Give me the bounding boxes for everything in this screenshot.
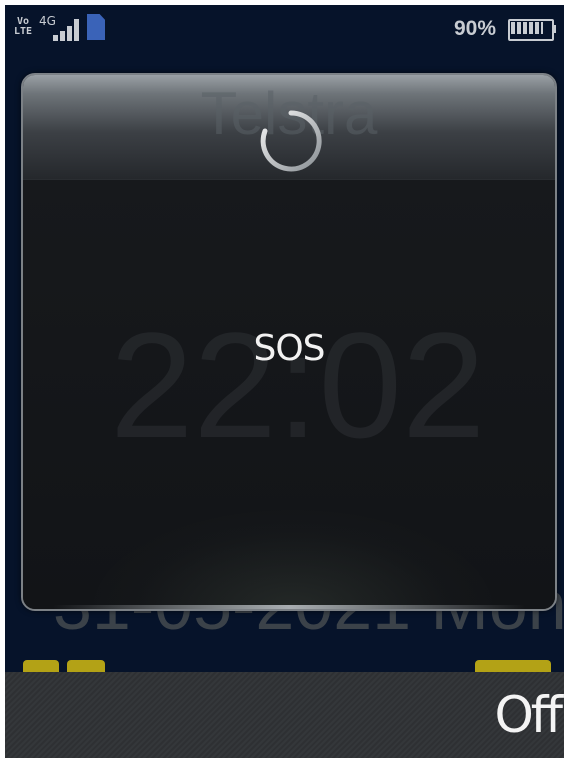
phone-screen: Vo LTE 4G 90% Telstra 22:02 31-05-2021 M…	[5, 5, 564, 758]
sos-dialog: Telstra 22:02 SOS	[21, 73, 557, 611]
off-softkey-button[interactable]: Off	[494, 682, 563, 748]
battery-icon	[508, 19, 556, 41]
sd-card-icon	[87, 14, 105, 40]
clock-ghost: 22:02	[110, 301, 486, 469]
dialog-body: 22:02	[23, 180, 555, 609]
battery-percent: 90%	[453, 17, 496, 40]
loading-spinner-icon	[260, 110, 322, 172]
network-type-label: 4G	[39, 14, 56, 28]
volte-icon: Vo LTE	[13, 16, 33, 37]
softkey-bar: Off	[5, 672, 564, 758]
dialog-edge-highlight	[53, 605, 525, 609]
dialog-header: Telstra	[23, 75, 555, 180]
dialog-message: SOS	[253, 328, 325, 369]
dialog-glow	[93, 510, 493, 609]
status-bar: Vo LTE 4G 90%	[5, 5, 564, 55]
